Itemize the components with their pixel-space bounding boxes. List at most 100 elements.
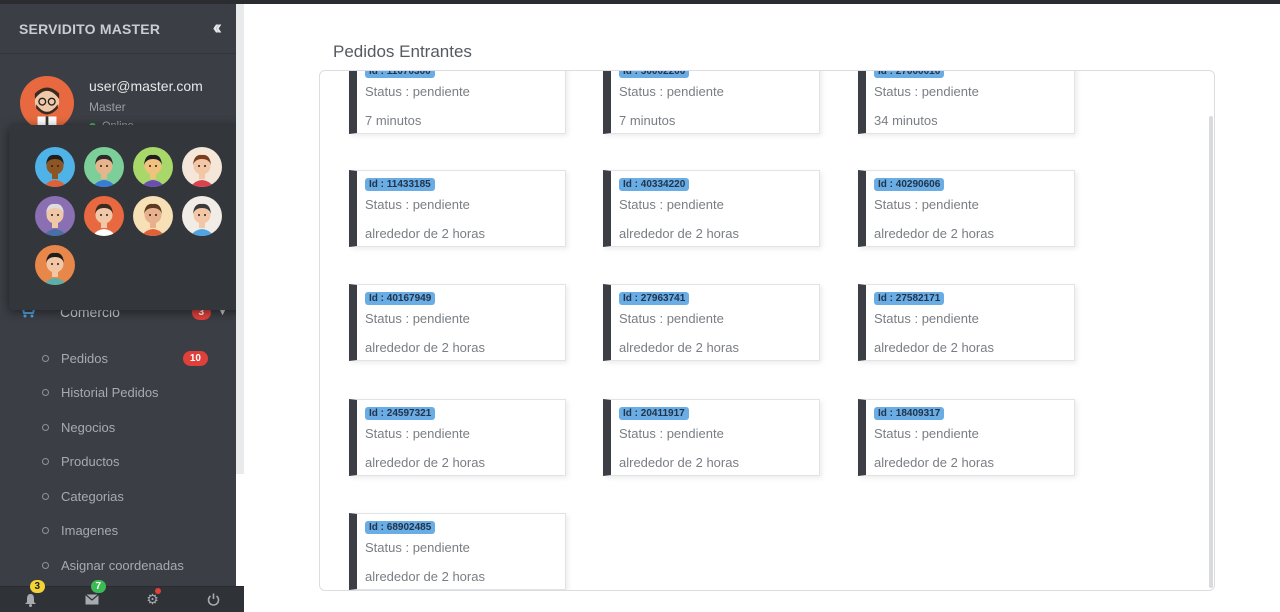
sidebar-subitem[interactable]: Negocios <box>0 410 236 445</box>
order-card[interactable]: Id : 24597321 Status : pendiente alrededor… <box>349 399 566 476</box>
avatar-option[interactable] <box>35 147 75 187</box>
order-id-badge: Id : 24597321 <box>365 407 436 420</box>
order-card[interactable]: Id : 18409317 Status : pendiente alrededor… <box>858 399 1075 476</box>
sidebar-subitem[interactable]: Imagenes <box>0 514 236 549</box>
avatar-option[interactable] <box>133 147 173 187</box>
double-chevron-left-icon[interactable]: ‹‹ <box>213 17 223 40</box>
avatar-option[interactable] <box>133 196 173 236</box>
sidebar-subitem-label: Categorias <box>61 488 124 504</box>
logout-button[interactable] <box>199 588 229 612</box>
order-id-badge: Id : 11070300 <box>365 71 435 78</box>
order-id-badge: Id : 40290606 <box>874 178 945 191</box>
avatar-option[interactable] <box>84 147 124 187</box>
circle-bullet-icon <box>42 458 49 466</box>
order-status: Status : pendiente <box>619 426 724 441</box>
sidebar-subitem[interactable]: Productos <box>0 445 236 480</box>
circle-bullet-icon <box>42 354 49 362</box>
sidebar-subitem[interactable]: Pedidos 10 <box>0 341 236 376</box>
user-role: Master <box>89 100 126 114</box>
sidebar-subitem-label: Negocios <box>61 419 116 435</box>
order-card[interactable]: Id : 20411917 Status : pendiente alrededor… <box>603 399 820 476</box>
order-status: Status : pendiente <box>619 84 724 99</box>
sidebar-header: SERVIDITO MASTER ‹‹ <box>0 4 236 54</box>
order-status: Status : pendiente <box>874 84 979 99</box>
settings-alert-dot <box>154 587 161 594</box>
orders-scrollbar[interactable] <box>1209 116 1213 588</box>
order-status: Status : pendiente <box>365 540 470 555</box>
notifications-button[interactable]: 3 <box>16 579 46 612</box>
pedidos-badge: 10 <box>182 350 208 366</box>
order-card[interactable]: Id : 11070300 Status : pendiente 7 minutos <box>349 71 566 134</box>
envelope-icon <box>84 594 99 605</box>
circle-bullet-icon <box>42 389 49 397</box>
power-icon <box>207 593 220 606</box>
order-status: Status : pendiente <box>365 311 470 326</box>
order-card[interactable]: Id : 11433185 Status : pendiente alrededor… <box>349 170 566 247</box>
order-card[interactable]: Id : 40290606 Status : pendiente alrededor… <box>858 170 1075 247</box>
sidebar-subitem[interactable]: Categorias <box>0 479 236 514</box>
order-status: Status : pendiente <box>365 197 470 212</box>
order-card[interactable]: Id : 40167949 Status : pendiente alrededor… <box>349 284 566 361</box>
order-time: alrededor de 2 horas <box>619 455 739 470</box>
avatar-option[interactable] <box>182 196 222 236</box>
messages-badge: 7 <box>90 579 107 593</box>
avatar-option[interactable] <box>84 196 124 236</box>
avatar-picker-popup <box>9 125 242 310</box>
sidebar-subitem[interactable]: Historial Pedidos <box>0 376 236 411</box>
order-id-badge: Id : 27963741 <box>619 292 690 305</box>
user-profile: user@master.com Master Online <box>20 76 203 132</box>
order-time: 7 minutos <box>619 113 676 128</box>
orders-panel: Id : 11070300 Status : pendiente 7 minutos… <box>319 70 1215 591</box>
order-time: 34 minutos <box>874 113 938 128</box>
order-time: alrededor de 2 horas <box>365 226 485 241</box>
sidebar-subitem-label: Asignar coordenadas <box>61 557 184 573</box>
avatar[interactable] <box>20 76 74 130</box>
order-card[interactable]: Id : 68902485 Status : pendiente alrededor… <box>349 513 566 590</box>
bell-icon <box>25 593 36 607</box>
sidebar-subitem-label: Imagenes <box>61 523 119 539</box>
order-card[interactable]: Id : 40334220 Status : pendiente alrededor… <box>603 170 820 247</box>
sidebar-subitem-label: Historial Pedidos <box>61 385 159 401</box>
order-status: Status : pendiente <box>365 84 470 99</box>
main-content: Pedidos Entrantes Id : 11070300 Status : … <box>244 4 1280 612</box>
sidebar-subitem[interactable]: Asignar coordenadas <box>0 548 236 583</box>
order-id-badge: Id : 68902485 <box>365 521 436 534</box>
brand-title: SERVIDITO MASTER <box>19 20 161 37</box>
circle-bullet-icon <box>42 423 49 431</box>
messages-button[interactable]: 7 <box>77 579 107 612</box>
order-status: Status : pendiente <box>874 426 979 441</box>
order-id-badge: Id : 40334220 <box>619 178 690 191</box>
sidebar-subitem-label: Productos <box>61 454 120 470</box>
order-time: alrededor de 2 horas <box>365 340 485 355</box>
sidebar-scrollbar[interactable] <box>236 4 244 474</box>
order-status: Status : pendiente <box>874 311 979 326</box>
order-card[interactable]: Id : 27000010 Status : pendiente 34 minuto… <box>858 71 1075 134</box>
order-id-badge: Id : 50002200 <box>619 71 690 78</box>
order-card[interactable]: Id : 50002200 Status : pendiente 7 minutos <box>603 71 820 134</box>
order-time: alrededor de 2 horas <box>874 226 994 241</box>
order-status: Status : pendiente <box>365 426 470 441</box>
order-time: 7 minutos <box>365 113 422 128</box>
order-time: alrededor de 2 horas <box>619 226 739 241</box>
order-status: Status : pendiente <box>619 311 724 326</box>
sidebar-footer: 3 7 ⚙ <box>0 579 244 612</box>
order-id-badge: Id : 27582171 <box>874 292 945 305</box>
order-time: alrededor de 2 horas <box>619 340 739 355</box>
order-id-badge: Id : 18409317 <box>874 407 945 420</box>
order-card[interactable]: Id : 27582171 Status : pendiente alrededor… <box>858 284 1075 361</box>
order-time: alrededor de 2 horas <box>365 569 485 584</box>
avatar-option[interactable] <box>35 245 75 285</box>
circle-bullet-icon <box>42 492 49 500</box>
sidebar-subitem-label: Pedidos <box>61 350 108 366</box>
order-id-badge: Id : 40167949 <box>365 292 436 305</box>
page-title: Pedidos Entrantes <box>333 42 472 61</box>
circle-bullet-icon <box>42 527 49 535</box>
avatar-option[interactable] <box>182 147 222 187</box>
order-time: alrededor de 2 horas <box>874 455 994 470</box>
submenu: Pedidos 10 Historial Pedidos Negocios Produc… <box>0 341 236 583</box>
order-card[interactable]: Id : 27963741 Status : pendiente alrededor… <box>603 284 820 361</box>
settings-button[interactable]: ⚙ <box>138 587 168 612</box>
order-id-badge: Id : 11433185 <box>365 178 435 191</box>
gear-icon: ⚙ <box>146 591 159 607</box>
avatar-option[interactable] <box>35 196 75 236</box>
